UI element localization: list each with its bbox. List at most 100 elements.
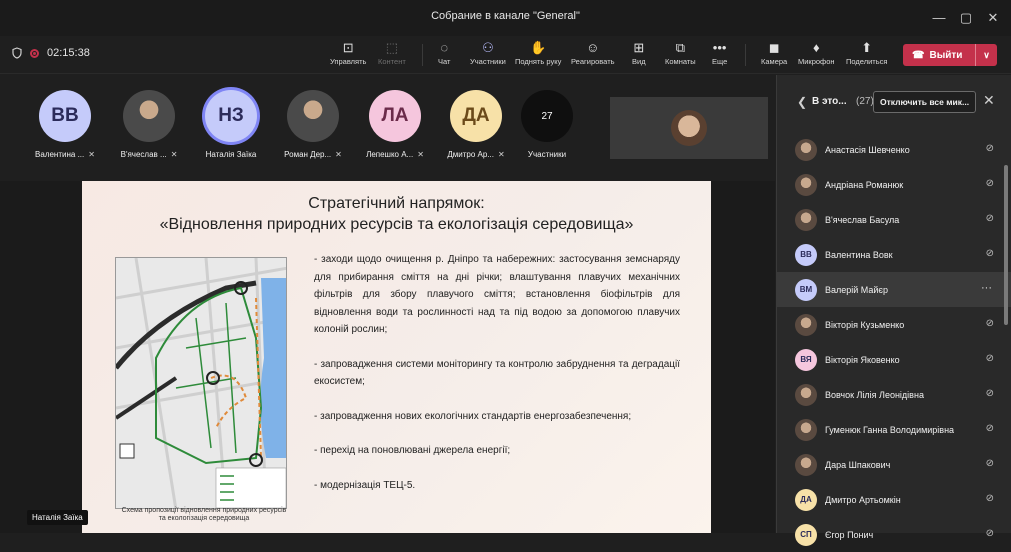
bullet-item: - запровадження системи моніторингу та к… — [314, 358, 680, 388]
avatar — [795, 383, 817, 406]
toolbar-divider — [745, 44, 746, 66]
raise-hand-button[interactable]: ✋ Поднять руку — [515, 40, 561, 66]
close-window-button[interactable]: ✕ — [982, 7, 1004, 29]
participant-name: В'ячеслав ... — [120, 150, 167, 159]
participant-name: Вікторія Кузьменко — [825, 319, 905, 330]
microphone-button[interactable]: ♦ Микрофон — [798, 40, 835, 66]
participant-row[interactable]: Анастасія Шевченко ⊘ — [777, 132, 1011, 167]
participant-row[interactable]: ВЯ Вікторія Яковенко ⊘ — [777, 342, 1011, 377]
meeting-timer: 02:15:38 — [47, 47, 90, 59]
participant-row[interactable]: СП Єгор Понич ⊘ — [777, 517, 1011, 552]
map-drawing — [116, 258, 286, 508]
mic-off-icon: ⊘ — [985, 353, 994, 364]
participant-video — [671, 110, 707, 146]
participant-name: Наталія Заїка — [205, 150, 257, 159]
participant-name: Вовчок Лілія Леонідівна — [825, 389, 924, 400]
maximize-button[interactable]: ▢ — [955, 7, 977, 29]
mic-off-icon: ⊘ — [985, 388, 994, 399]
participants-icon: ⚇ — [482, 40, 494, 55]
avatar — [287, 90, 339, 142]
more-button[interactable]: ••• Еще — [712, 40, 727, 66]
avatar — [123, 90, 175, 142]
camera-button[interactable]: ◼ Камера — [761, 40, 787, 66]
participant-name: Дмитро Артьомкін — [825, 494, 901, 505]
leave-main[interactable]: ☎ Выйти — [903, 50, 975, 61]
meeting-toolbar: 02:15:38 ⊡ Управлять ⬚ Контент ◌ Чат ⚇ У… — [0, 36, 1011, 74]
participant-tile[interactable]: Роман Дер... ✕ — [268, 90, 358, 159]
chevron-down-icon[interactable]: ∨ — [975, 44, 997, 66]
participant-name: Андріана Романюк — [825, 179, 904, 190]
leave-button[interactable]: ☎ Выйти ∨ — [903, 44, 997, 66]
panel-scrollbar[interactable] — [1004, 165, 1008, 325]
participant-row[interactable]: ВМ Валерій Майєр ··· — [777, 272, 1011, 307]
participant-tile[interactable]: ЛА Лепешко А... ✕ — [350, 90, 440, 159]
participant-row[interactable]: В'ячеслав Басула ⊘ — [777, 202, 1011, 237]
panel-header: ❮ В это... (27) Отключить все мик... ✕ — [777, 75, 1011, 127]
hand-icon: ✋ — [530, 40, 547, 55]
participant-name: Лепешко А... — [366, 150, 414, 159]
participant-row[interactable]: Вовчок Лілія Леонідівна ⊘ — [777, 377, 1011, 412]
avatar — [795, 453, 817, 476]
participant-name: Валентина ... — [35, 150, 85, 159]
participant-row[interactable]: Андріана Романюк ⊘ — [777, 167, 1011, 202]
rooms-button[interactable]: ⧉ Комнаты — [665, 40, 696, 66]
participant-row[interactable]: Гуменюк Ганна Володимирівна ⊘ — [777, 412, 1011, 447]
avatar — [795, 138, 817, 161]
participant-row[interactable]: ДА Дмитро Артьомкін ⊘ — [777, 482, 1011, 517]
slide-subtitle: «Відновлення природних ресурсів та еколо… — [159, 216, 634, 233]
participant-row[interactable]: Вікторія Кузьменко ⊘ — [777, 307, 1011, 342]
participant-name: Валентина Вовк — [825, 249, 893, 260]
avatar: ЛА — [369, 90, 421, 142]
participant-row[interactable]: ВВ Валентина Вовк ⊘ — [777, 237, 1011, 272]
bullet-item: - перехід на поновлювані джерела енергії… — [314, 445, 511, 456]
recording-icon — [30, 48, 39, 58]
avatar — [795, 418, 817, 441]
video-tile[interactable] — [610, 97, 768, 159]
participant-row[interactable]: Дара Шпакович ⊘ — [777, 447, 1011, 482]
participant-tile[interactable]: ВВ Валентина ... ✕ — [20, 90, 110, 159]
toolbar-divider — [422, 44, 423, 66]
view-button[interactable]: ⊞ Вид — [632, 40, 646, 66]
participant-name: Дмитро Ар... — [447, 150, 494, 159]
share-icon: ⬆ — [861, 40, 873, 55]
mic-off-icon: ⊘ — [985, 248, 994, 259]
mic-off-icon: ✕ — [417, 150, 424, 159]
avatar — [795, 313, 817, 336]
rooms-icon: ⧉ — [675, 40, 685, 55]
minimize-button[interactable]: — — [928, 7, 950, 29]
mic-off-icon: ⊘ — [985, 458, 994, 469]
phone-icon: ☎ — [912, 49, 925, 61]
content-button[interactable]: ⬚ Контент — [378, 40, 406, 66]
mic-off-icon: ⊘ — [985, 528, 994, 539]
mic-off-icon: ⊘ — [985, 178, 994, 189]
react-button[interactable]: ☺ Реагировать — [571, 40, 615, 66]
shared-slide: Стратегічний напрямок: «Відновлення прир… — [82, 181, 711, 533]
participants-button[interactable]: ⚇ Участники — [470, 40, 506, 66]
back-icon[interactable]: ❮ — [797, 95, 807, 109]
participant-count-label: Участники — [527, 150, 567, 159]
more-options-icon[interactable]: ··· — [981, 282, 992, 294]
chat-button[interactable]: ◌ Чат — [438, 40, 450, 66]
mic-off-icon: ✕ — [88, 150, 95, 159]
participant-count-tile[interactable]: 27 Участники — [502, 90, 592, 159]
close-panel-icon[interactable]: ✕ — [983, 92, 995, 109]
panel-title: В это... — [812, 96, 847, 107]
participant-tile[interactable]: НЗ Наталія Заїка — [186, 90, 276, 159]
avatar — [795, 208, 817, 231]
content-icon: ⬚ — [385, 40, 399, 55]
participant-name: Анастасія Шевченко — [825, 144, 910, 155]
avatar: ДА — [450, 90, 502, 142]
avatar: ВЯ — [795, 348, 817, 371]
avatar: ВВ — [39, 90, 91, 142]
slide-bullets: - заходи щодо очищення р. Дніпро та набе… — [314, 251, 680, 511]
window-title: Собрание в канале "General" — [431, 10, 580, 22]
share-button[interactable]: ⬆ Поделиться — [846, 40, 887, 66]
participant-name: Єгор Понич — [825, 529, 874, 540]
mic-off-icon: ⊘ — [985, 423, 994, 434]
participant-name: Вікторія Яковенко — [825, 354, 900, 365]
manage-button[interactable]: ⊡ Управлять — [330, 40, 366, 66]
avatar: ВВ — [795, 243, 817, 266]
mute-all-button[interactable]: Отключить все мик... — [873, 91, 977, 113]
participant-name: Гуменюк Ганна Володимирівна — [825, 424, 955, 435]
participant-tile[interactable]: В'ячеслав ... ✕ — [104, 90, 194, 159]
